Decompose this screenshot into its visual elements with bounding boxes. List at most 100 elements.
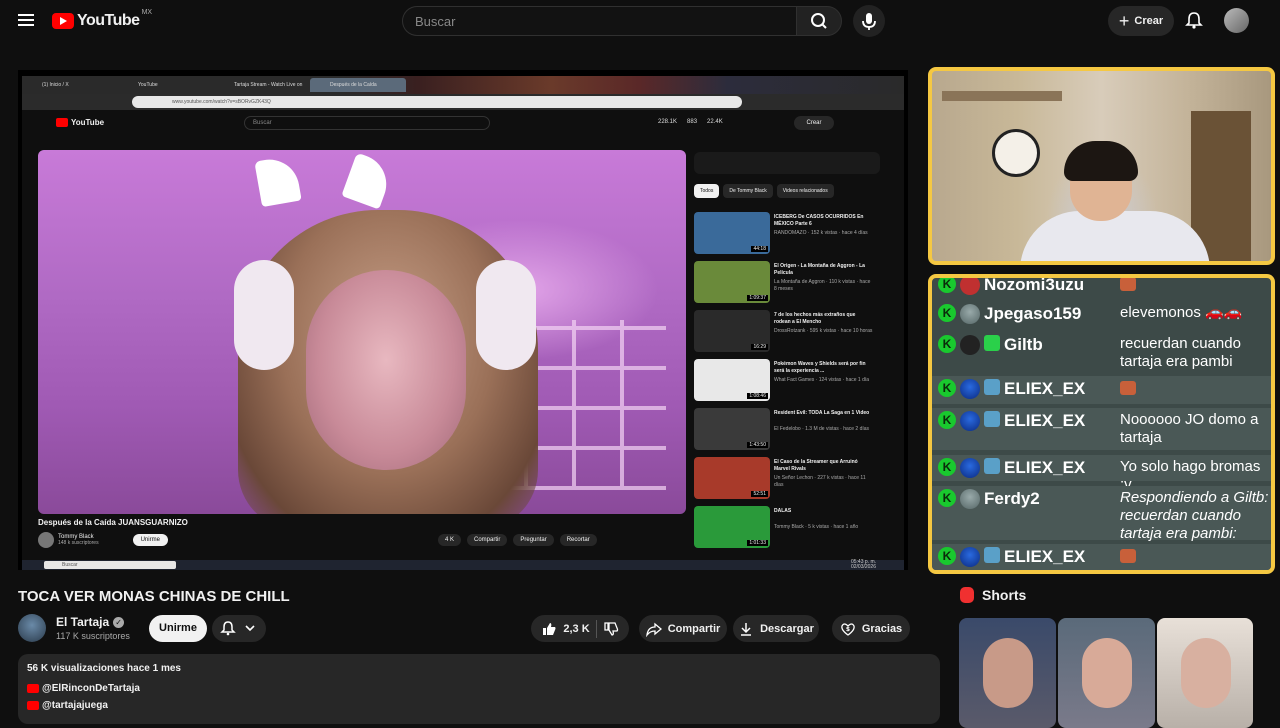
recommendation-thumbnail: 1:09:37 bbox=[694, 261, 770, 303]
chat-text: recuerdan cuando tartaja era pambi bbox=[1120, 335, 1241, 370]
webcam-shelf bbox=[942, 91, 1062, 101]
embedded-filter-chips: Todos De Tommy Black Videos relacionados bbox=[694, 184, 834, 198]
subscriber-badge-icon bbox=[984, 458, 1000, 474]
recommendation-title: El Caso de la Streamer que Arruinó Marve… bbox=[774, 459, 858, 472]
chat-message: K Jpegaso159 elevemonos 🚗🚗 bbox=[932, 301, 1271, 327]
browser-tab-strip: (1) Inicio / X YouTube Tartaja Stream - … bbox=[22, 76, 904, 94]
browser-tab: Tartaja Stream - Watch Live on bbox=[234, 82, 303, 88]
subscriber-count: 117 K suscriptores bbox=[56, 631, 130, 641]
voice-search-button[interactable] bbox=[853, 5, 885, 37]
chat-text: Noooooo JO domo a tartaja bbox=[1120, 411, 1259, 446]
recommendation-duration: 52:51 bbox=[751, 491, 768, 497]
svg-text:$: $ bbox=[846, 626, 850, 633]
webcam-streamer-hair bbox=[1064, 141, 1138, 181]
embedded-video-frame bbox=[38, 150, 686, 514]
video-player[interactable]: (1) Inicio / X YouTube Tartaja Stream - … bbox=[18, 70, 908, 570]
like-button[interactable]: 2,3 K bbox=[541, 621, 590, 637]
chat-username: Giltb bbox=[1004, 335, 1043, 354]
embedded-channel: Tommy Black 148 k suscriptores Unirme bbox=[38, 530, 168, 550]
join-button[interactable]: Unirme bbox=[149, 615, 207, 642]
recommendation-duration: 44:18 bbox=[751, 246, 768, 252]
short-thumbnail[interactable] bbox=[959, 618, 1056, 728]
chat-avatar bbox=[960, 304, 980, 324]
account-avatar[interactable] bbox=[1224, 8, 1249, 33]
recommendation-title: Resident Evil: TODA La Saga en 1 Video bbox=[774, 410, 870, 416]
chat-username: ELIEX_EX bbox=[1004, 547, 1086, 566]
shorts-header: Shorts bbox=[960, 587, 1026, 603]
description-link[interactable]: @tartajajuega bbox=[27, 700, 108, 711]
kick-badge-icon: K bbox=[938, 458, 956, 476]
plus-icon: + bbox=[1118, 11, 1130, 31]
kick-badge-icon: K bbox=[938, 489, 956, 507]
chat-text: elevemonos 🚗🚗 bbox=[1120, 304, 1243, 321]
recommendation-duration: 1:43:50 bbox=[747, 442, 768, 448]
recommendation-item: 52:51 El Caso de la Streamer que Arruinó … bbox=[694, 457, 890, 501]
embedded-search: Buscar bbox=[244, 116, 490, 130]
chat-message: K Giltb recuerdan cuando tartaja era pambi bbox=[932, 332, 1271, 372]
embedded-top-bar: YouTube Buscar 228.1K 883 22.4K Crear bbox=[22, 110, 904, 136]
short-thumbnail[interactable] bbox=[1157, 618, 1253, 728]
chat-avatar bbox=[960, 335, 980, 355]
kick-badge-icon: K bbox=[938, 304, 956, 322]
thumbs-down-icon[interactable] bbox=[603, 621, 619, 637]
recommendation-meta: La Montaña de Aggron · 110 k vistas · ha… bbox=[774, 279, 871, 292]
chat-message: K Ferdy2 Respondiendo a Giltb: recuerdan c… bbox=[932, 486, 1271, 560]
recommendation-title: 7 de los hechos más extraños que rodean … bbox=[774, 312, 856, 325]
embedded-recommendations: Todos De Tommy Black Videos relacionados… bbox=[694, 150, 890, 560]
notifications-bell-icon[interactable] bbox=[1184, 10, 1204, 30]
recommendation-duration: 1:01:33 bbox=[747, 540, 768, 546]
webcam-streamer-body bbox=[1020, 211, 1210, 261]
search-input[interactable] bbox=[403, 7, 796, 35]
chat-username: Nozomi3uzu bbox=[984, 275, 1085, 294]
youtube-mini-icon bbox=[27, 684, 39, 693]
short-thumbnail[interactable] bbox=[1058, 618, 1155, 728]
create-button[interactable]: + Crear bbox=[1108, 6, 1174, 36]
chat-avatar bbox=[960, 489, 980, 509]
embedded-action-bar: 4 K Compartir Preguntar Recortar bbox=[438, 534, 597, 546]
recommendation-title: El Origen - La Montaña de Aggron - La Pe… bbox=[774, 263, 865, 276]
top-bar: YouTube MX + Crear bbox=[0, 0, 1280, 42]
emote-icon bbox=[1120, 278, 1136, 292]
share-icon bbox=[645, 622, 662, 637]
recommendation-item: 1:09:37 El Origen - La Montaña de Aggron … bbox=[694, 261, 890, 305]
search-icon bbox=[811, 13, 827, 29]
chat-text bbox=[1120, 547, 1271, 565]
chat-message: K ELIEX_EX bbox=[932, 376, 1271, 404]
chat-message: K Nozomi3uzu bbox=[932, 275, 1271, 296]
recommendation-title: DALAS bbox=[774, 508, 792, 514]
description-link[interactable]: @ElRinconDeTartaja bbox=[27, 683, 140, 694]
channel-avatar[interactable] bbox=[18, 614, 46, 642]
kick-badge-icon: K bbox=[938, 411, 956, 429]
chat-avatar bbox=[960, 411, 980, 431]
chat-overlay: K Nozomi3uzu K Jpegaso159 elevemonos 🚗🚗 K Gilt… bbox=[928, 274, 1275, 574]
recommendation-item: 44:18 ICEBERG De CASOS OCURRIDOS En MÉXIC… bbox=[694, 212, 890, 256]
youtube-logo[interactable]: YouTube MX bbox=[52, 9, 152, 31]
browser-url-bar: www.youtube.com/watch?v=sBORvGZK43Q bbox=[132, 96, 742, 108]
download-button[interactable]: Descargar bbox=[733, 615, 819, 642]
search-button[interactable] bbox=[796, 6, 842, 36]
hamburger-menu-icon[interactable] bbox=[18, 14, 34, 26]
chat-avatar bbox=[960, 458, 980, 478]
channel-name[interactable]: El Tartaja ✓ bbox=[56, 615, 125, 629]
recommendation-item: 16:29 7 de los hechos más extraños que ro… bbox=[694, 310, 890, 354]
recommendation-duration: 1:08:46 bbox=[747, 393, 768, 399]
browser-tab: YouTube bbox=[138, 82, 158, 88]
chat-message: K ELIEX_EX Noooooo JO domo a tartaja bbox=[932, 408, 1271, 450]
description-box[interactable]: 56 K visualizaciones hace 1 mes @ElRinco… bbox=[18, 654, 940, 724]
recommendation-thumbnail: 1:08:46 bbox=[694, 359, 770, 401]
recommendation-item: 1:08:46 Pokémon Waves y Shields será por … bbox=[694, 359, 890, 403]
cat-ear-left bbox=[254, 154, 302, 208]
embedded-stats: 228.1K 883 22.4K bbox=[658, 119, 723, 125]
recommendation-thumbnail: 52:51 bbox=[694, 457, 770, 499]
thanks-button[interactable]: $ Gracias bbox=[832, 615, 910, 642]
view-count-date: 56 K visualizaciones hace 1 mes bbox=[27, 663, 181, 674]
share-button[interactable]: Compartir bbox=[639, 615, 727, 642]
kick-badge-icon: K bbox=[938, 379, 956, 397]
taskbar-search: Buscar bbox=[44, 561, 176, 569]
wall-clock bbox=[992, 129, 1040, 177]
subscription-bell-button[interactable] bbox=[212, 615, 266, 642]
subscriber-badge-icon bbox=[984, 411, 1000, 427]
chat-message: K ELIEX_EX bbox=[932, 544, 1271, 570]
bell-chevron-icon bbox=[220, 621, 255, 636]
chat-avatar bbox=[960, 379, 980, 399]
